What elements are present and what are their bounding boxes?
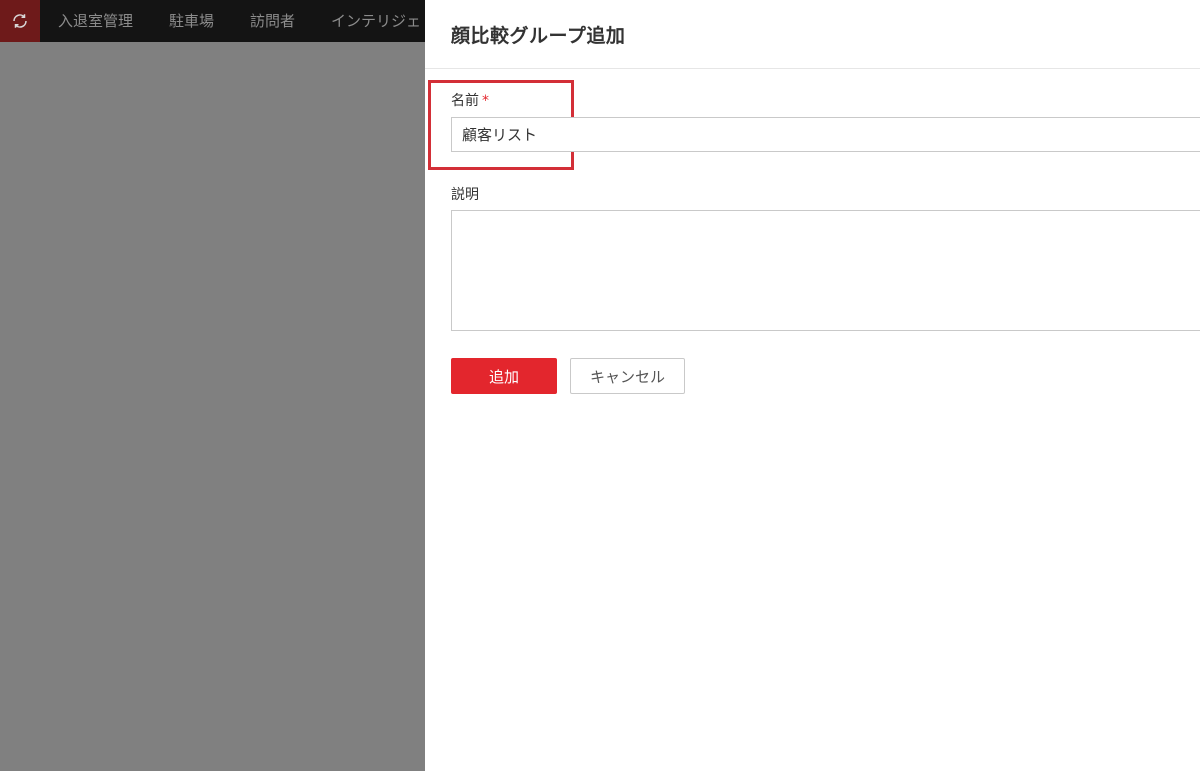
name-label: 名前 * xyxy=(451,90,489,110)
add-face-comparison-group-panel: 顔比較グループ追加 名前 * 顧客リスト 説明 追加 キャンセル xyxy=(425,0,1200,771)
description-label: 説明 xyxy=(451,187,479,203)
modal-backdrop[interactable] xyxy=(0,42,425,771)
name-label-text: 名前 xyxy=(451,93,479,109)
name-input[interactable]: 顧客リスト xyxy=(451,117,1200,152)
main-nav: 入退室管理 駐車場 訪問者 インテリジェ xyxy=(40,0,439,42)
nav-item-visitors[interactable]: 訪問者 xyxy=(232,0,313,42)
nav-item-intelligence[interactable]: インテリジェ xyxy=(313,0,439,42)
refresh-icon xyxy=(13,14,27,28)
description-textarea[interactable] xyxy=(451,210,1200,331)
panel-title: 顔比較グループ追加 xyxy=(451,24,626,47)
logo-button[interactable] xyxy=(0,0,40,42)
nav-item-access-control[interactable]: 入退室管理 xyxy=(40,0,151,42)
name-input-value: 顧客リスト xyxy=(462,126,538,144)
required-mark: * xyxy=(482,93,489,109)
cancel-button[interactable]: キャンセル xyxy=(570,358,685,394)
panel-header: 顔比較グループ追加 xyxy=(425,0,1200,69)
nav-item-parking[interactable]: 駐車場 xyxy=(151,0,232,42)
add-button[interactable]: 追加 xyxy=(451,358,557,394)
